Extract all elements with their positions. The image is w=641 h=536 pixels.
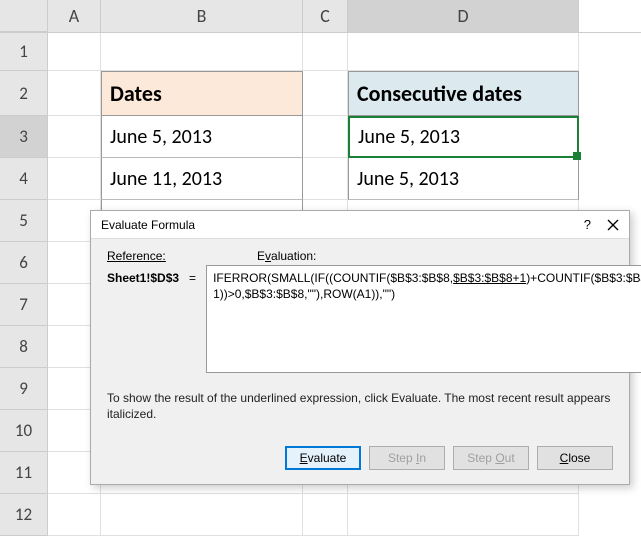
cell-A3[interactable] bbox=[48, 116, 101, 158]
select-all-corner[interactable] bbox=[0, 0, 48, 32]
row-header-2[interactable]: 2 bbox=[0, 71, 48, 116]
cell-A12[interactable] bbox=[48, 494, 101, 536]
cell-B4[interactable]: June 11, 2013 bbox=[101, 158, 303, 200]
cell-C4[interactable] bbox=[303, 158, 348, 200]
cell-C3[interactable] bbox=[303, 116, 348, 158]
row-header-10[interactable]: 10 bbox=[0, 410, 48, 452]
column-header-C[interactable]: C bbox=[303, 0, 348, 32]
evaluation-box[interactable]: IFERROR(SMALL(IF((COUNTIF($B$3:$B$8,$B$3… bbox=[206, 265, 641, 373]
cell-D4[interactable]: June 5, 2013 bbox=[348, 158, 579, 200]
dialog-title-text: Evaluate Formula bbox=[101, 218, 195, 232]
cell-B1[interactable] bbox=[101, 33, 303, 71]
formula-text-pre: IFERROR(SMALL(IF((COUNTIF($B$3:$B$8, bbox=[213, 271, 453, 285]
close-button[interactable]: Close bbox=[537, 446, 613, 470]
row-header-3[interactable]: 3 bbox=[0, 116, 48, 158]
row-header-6[interactable]: 6 bbox=[0, 242, 48, 284]
cell-C12[interactable] bbox=[303, 494, 348, 536]
cell-D3-value: June 5, 2013 bbox=[358, 125, 460, 149]
row-header-4[interactable]: 4 bbox=[0, 158, 48, 200]
cell-B12[interactable] bbox=[101, 494, 303, 536]
fill-handle[interactable] bbox=[573, 152, 581, 160]
cell-B2[interactable]: Dates bbox=[101, 71, 303, 116]
equals-sign: = bbox=[189, 265, 196, 285]
dialog-titlebar[interactable]: Evaluate Formula ? bbox=[91, 211, 629, 239]
reference-label: Reference: bbox=[107, 249, 257, 263]
cell-D2[interactable]: Consecutive dates bbox=[348, 71, 579, 116]
reference-value: Sheet1!$D$3 bbox=[107, 265, 179, 285]
cell-A1[interactable] bbox=[48, 33, 101, 71]
evaluation-label: Evaluation: bbox=[257, 249, 316, 263]
step-in-button: Step In bbox=[369, 446, 445, 470]
row-header-12[interactable]: 12 bbox=[0, 494, 48, 536]
cell-A2[interactable] bbox=[48, 71, 101, 116]
step-out-button: Step Out bbox=[453, 446, 529, 470]
dialog-hint-text: To show the result of the underlined exp… bbox=[107, 391, 613, 422]
cell-D3-selected[interactable]: June 5, 2013 bbox=[348, 116, 579, 158]
row-header-11[interactable]: 11 bbox=[0, 452, 48, 494]
row-header-1[interactable]: 1 bbox=[0, 33, 48, 71]
cell-D12[interactable] bbox=[348, 494, 579, 536]
evaluate-button[interactable]: Evaluate bbox=[285, 446, 361, 470]
column-header-A[interactable]: A bbox=[48, 0, 101, 32]
column-header-B[interactable]: B bbox=[101, 0, 303, 32]
column-headers: A B C D bbox=[0, 0, 641, 33]
close-icon[interactable] bbox=[607, 219, 619, 231]
cell-C1[interactable] bbox=[303, 33, 348, 71]
row-header-5[interactable]: 5 bbox=[0, 200, 48, 242]
help-button[interactable]: ? bbox=[584, 217, 591, 232]
cell-C2[interactable] bbox=[303, 71, 348, 116]
row-header-9[interactable]: 9 bbox=[0, 368, 48, 410]
evaluate-formula-dialog: Evaluate Formula ? Reference: Evaluation… bbox=[90, 210, 630, 485]
cell-B3[interactable]: June 5, 2013 bbox=[101, 116, 303, 158]
cell-A4[interactable] bbox=[48, 158, 101, 200]
row-header-8[interactable]: 8 bbox=[0, 326, 48, 368]
formula-text-underlined: $B$3:$B$8+1 bbox=[453, 271, 526, 285]
column-header-D[interactable]: D bbox=[348, 0, 579, 32]
cell-D1[interactable] bbox=[348, 33, 579, 71]
row-header-7[interactable]: 7 bbox=[0, 284, 48, 326]
